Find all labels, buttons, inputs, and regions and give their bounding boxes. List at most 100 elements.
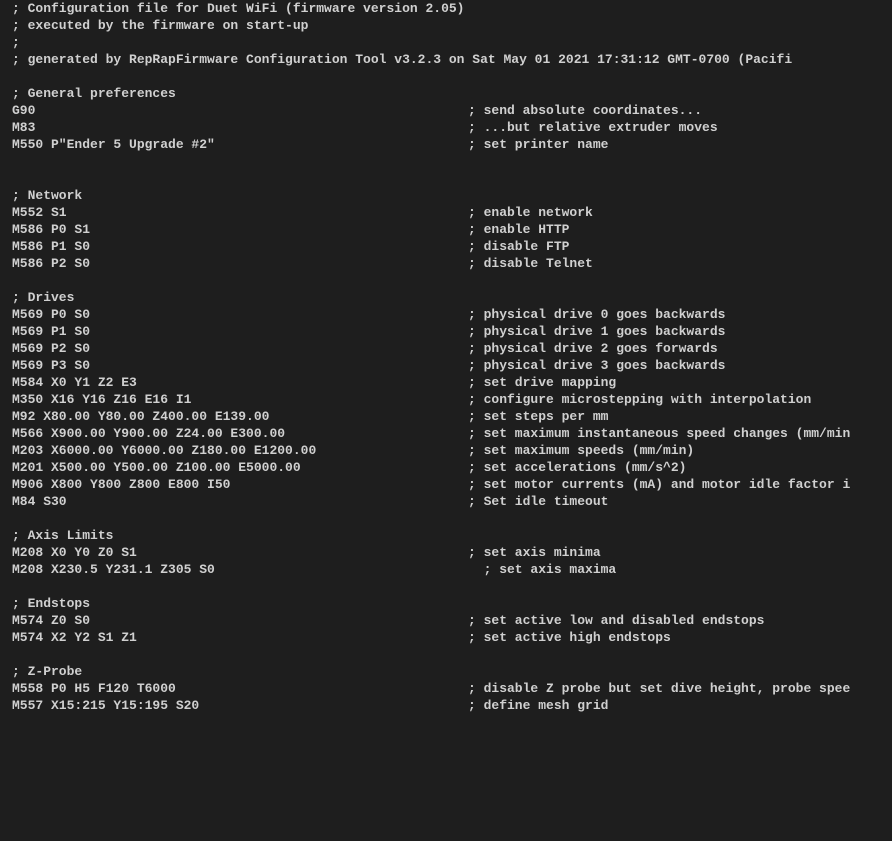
gcode-command: M584 X0 Y1 Z2 E3 (12, 374, 468, 391)
code-line[interactable]: M552 S1; enable network (0, 204, 892, 221)
code-line[interactable]: M557 X15:215 Y15:195 S20; define mesh gr… (0, 697, 892, 714)
gcode-comment: ; configure microstepping with interpola… (468, 391, 811, 408)
gcode-comment: ; set drive mapping (468, 374, 616, 391)
code-line[interactable]: M84 S30; Set idle timeout (0, 493, 892, 510)
gcode-comment: ; disable Z probe but set dive height, p… (468, 680, 850, 697)
code-line[interactable]: M203 X6000.00 Y6000.00 Z180.00 E1200.00;… (0, 442, 892, 459)
code-line[interactable]: ; Endstops (0, 595, 892, 612)
gcode-comment: ; set axis maxima (468, 561, 616, 578)
code-text: ; Endstops (12, 595, 90, 612)
gcode-comment: ; Set idle timeout (468, 493, 608, 510)
gcode-comment: ; set maximum instantaneous speed change… (468, 425, 850, 442)
code-line[interactable] (0, 272, 892, 289)
gcode-command: M203 X6000.00 Y6000.00 Z180.00 E1200.00 (12, 442, 468, 459)
code-text (12, 153, 20, 170)
gcode-command: M569 P0 S0 (12, 306, 468, 323)
code-line[interactable]: ; General preferences (0, 85, 892, 102)
code-line[interactable]: M208 X230.5 Y231.1 Z305 S0 ; set axis ma… (0, 561, 892, 578)
code-text: ; Configuration file for Duet WiFi (firm… (12, 0, 464, 17)
code-line[interactable] (0, 578, 892, 595)
code-text: ; executed by the firmware on start-up (12, 17, 308, 34)
code-text (12, 510, 20, 527)
code-line[interactable]: ; Configuration file for Duet WiFi (firm… (0, 0, 892, 17)
gcode-command: M574 Z0 S0 (12, 612, 468, 629)
code-line[interactable]: ; Z-Probe (0, 663, 892, 680)
gcode-comment: ; physical drive 0 goes backwards (468, 306, 725, 323)
code-line[interactable]: M569 P3 S0; physical drive 3 goes backwa… (0, 357, 892, 374)
code-line[interactable]: M550 P"Ender 5 Upgrade #2"; set printer … (0, 136, 892, 153)
code-line[interactable]: M584 X0 Y1 Z2 E3; set drive mapping (0, 374, 892, 391)
gcode-comment: ; set active low and disabled endstops (468, 612, 764, 629)
code-text: ; (12, 34, 20, 51)
gcode-comment: ; set axis minima (468, 544, 601, 561)
gcode-command: M569 P3 S0 (12, 357, 468, 374)
gcode-comment: ; set maximum speeds (mm/min) (468, 442, 694, 459)
gcode-comment: ; enable HTTP (468, 221, 569, 238)
gcode-comment: ; physical drive 1 goes backwards (468, 323, 725, 340)
gcode-comment: ; disable Telnet (468, 255, 593, 272)
code-line[interactable]: G90; send absolute coordinates... (0, 102, 892, 119)
code-line[interactable]: M201 X500.00 Y500.00 Z100.00 E5000.00; s… (0, 459, 892, 476)
code-line[interactable]: ; Drives (0, 289, 892, 306)
gcode-command: M552 S1 (12, 204, 468, 221)
gcode-command: M83 (12, 119, 468, 136)
gcode-command: G90 (12, 102, 468, 119)
code-line[interactable]: M569 P1 S0; physical drive 1 goes backwa… (0, 323, 892, 340)
gcode-command: M574 X2 Y2 S1 Z1 (12, 629, 468, 646)
code-line[interactable]: M586 P0 S1; enable HTTP (0, 221, 892, 238)
code-editor[interactable]: ; Configuration file for Duet WiFi (firm… (0, 0, 892, 714)
code-text: ; Network (12, 187, 82, 204)
gcode-command: M566 X900.00 Y900.00 Z24.00 E300.00 (12, 425, 468, 442)
gcode-comment: ; define mesh grid (468, 697, 608, 714)
gcode-comment: ; set printer name (468, 136, 608, 153)
code-line[interactable]: M208 X0 Y0 Z0 S1; set axis minima (0, 544, 892, 561)
code-line[interactable]: M586 P1 S0; disable FTP (0, 238, 892, 255)
code-line[interactable] (0, 153, 892, 170)
code-line[interactable]: ; Network (0, 187, 892, 204)
code-text: ; General preferences (12, 85, 176, 102)
code-line[interactable]: M566 X900.00 Y900.00 Z24.00 E300.00; set… (0, 425, 892, 442)
code-line[interactable] (0, 646, 892, 663)
code-line[interactable]: ; Axis Limits (0, 527, 892, 544)
code-line[interactable]: M586 P2 S0; disable Telnet (0, 255, 892, 272)
code-line[interactable]: M574 Z0 S0; set active low and disabled … (0, 612, 892, 629)
gcode-comment: ; set steps per mm (468, 408, 608, 425)
code-line[interactable]: M92 X80.00 Y80.00 Z400.00 E139.00; set s… (0, 408, 892, 425)
gcode-comment: ; set active high endstops (468, 629, 671, 646)
code-line[interactable] (0, 68, 892, 85)
code-text (12, 170, 20, 187)
code-line[interactable]: M574 X2 Y2 S1 Z1; set active high endsto… (0, 629, 892, 646)
code-text (12, 272, 20, 289)
gcode-comment: ; physical drive 2 goes forwards (468, 340, 718, 357)
code-text (12, 68, 20, 85)
gcode-command: M906 X800 Y800 Z800 E800 I50 (12, 476, 468, 493)
gcode-comment: ; disable FTP (468, 238, 569, 255)
code-text (12, 646, 20, 663)
gcode-comment: ; enable network (468, 204, 593, 221)
gcode-comment: ; send absolute coordinates... (468, 102, 702, 119)
code-line[interactable]: ; (0, 34, 892, 51)
gcode-command: M92 X80.00 Y80.00 Z400.00 E139.00 (12, 408, 468, 425)
code-text: ; generated by RepRapFirmware Configurat… (12, 51, 792, 68)
code-line[interactable]: M569 P0 S0; physical drive 0 goes backwa… (0, 306, 892, 323)
code-line[interactable]: M558 P0 H5 F120 T6000; disable Z probe b… (0, 680, 892, 697)
gcode-command: M569 P2 S0 (12, 340, 468, 357)
code-line[interactable]: ; generated by RepRapFirmware Configurat… (0, 51, 892, 68)
code-line[interactable]: M83; ...but relative extruder moves (0, 119, 892, 136)
code-line[interactable] (0, 170, 892, 187)
code-line[interactable]: ; executed by the firmware on start-up (0, 17, 892, 34)
code-line[interactable] (0, 510, 892, 527)
gcode-command: M201 X500.00 Y500.00 Z100.00 E5000.00 (12, 459, 468, 476)
code-text (12, 578, 20, 595)
gcode-command: M550 P"Ender 5 Upgrade #2" (12, 136, 468, 153)
code-line[interactable]: M350 X16 Y16 Z16 E16 I1; configure micro… (0, 391, 892, 408)
gcode-command: M350 X16 Y16 Z16 E16 I1 (12, 391, 468, 408)
gcode-command: M557 X15:215 Y15:195 S20 (12, 697, 468, 714)
gcode-command: M586 P1 S0 (12, 238, 468, 255)
code-line[interactable]: M569 P2 S0; physical drive 2 goes forwar… (0, 340, 892, 357)
code-line[interactable]: M906 X800 Y800 Z800 E800 I50; set motor … (0, 476, 892, 493)
gcode-command: M208 X230.5 Y231.1 Z305 S0 (12, 561, 468, 578)
gcode-command: M208 X0 Y0 Z0 S1 (12, 544, 468, 561)
gcode-comment: ; set motor currents (mA) and motor idle… (468, 476, 850, 493)
gcode-command: M84 S30 (12, 493, 468, 510)
